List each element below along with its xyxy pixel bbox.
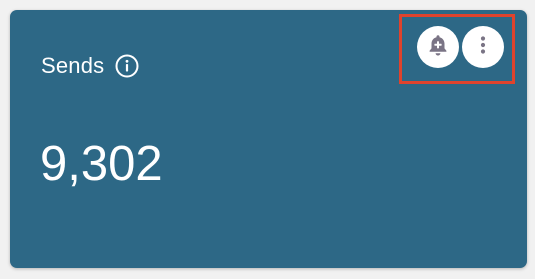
more-vertical-icon — [471, 33, 495, 62]
more-options-button[interactable] — [462, 26, 504, 68]
metric-value: 9,302 — [40, 137, 163, 191]
card-header: Sends — [41, 53, 139, 79]
card-title: Sends — [41, 53, 105, 78]
add-alert-button[interactable] — [417, 26, 459, 68]
info-icon[interactable] — [115, 54, 139, 78]
bell-plus-icon — [425, 32, 451, 63]
